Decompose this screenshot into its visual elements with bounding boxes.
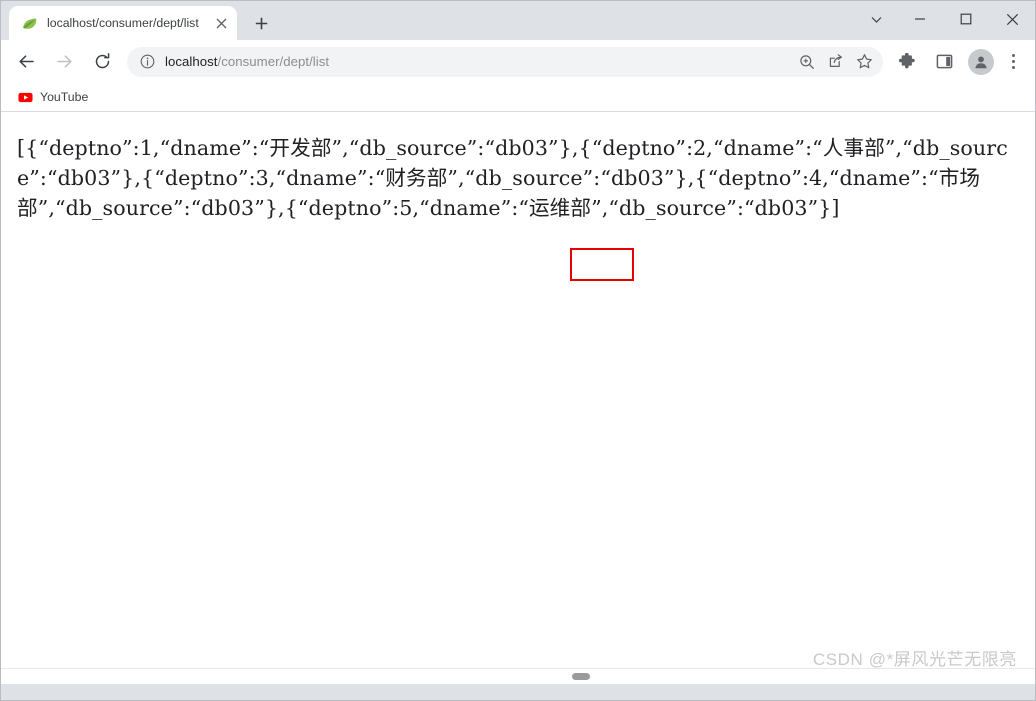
address-bar[interactable]: localhost/consumer/dept/list — [127, 46, 883, 77]
tab-search-chevron-down-icon[interactable] — [855, 2, 897, 36]
maximize-button[interactable] — [943, 2, 989, 36]
page-content: [{“deptno”:1,“dname”:“开发部”,“db_source”:“… — [1, 112, 1035, 223]
bookmark-label: YouTube — [40, 90, 89, 104]
bookmarks-bar: YouTube — [1, 83, 1035, 112]
close-window-button[interactable] — [989, 2, 1035, 36]
json-response-text: [{“deptno”:1,“dname”:“开发部”,“db_source”:“… — [17, 136, 1008, 220]
address-bar-actions — [792, 47, 879, 76]
youtube-icon — [17, 89, 33, 105]
bookmark-star-icon[interactable] — [850, 47, 879, 76]
window-controls — [855, 1, 1035, 37]
browser-window: localhost/consumer/dept/list localhost/c… — [0, 0, 1036, 701]
share-icon[interactable] — [821, 47, 850, 76]
bookmark-item-youtube[interactable]: YouTube — [13, 86, 95, 108]
side-panel-icon[interactable] — [929, 47, 959, 77]
address-bar-host: localhost — [165, 54, 218, 69]
minimize-button[interactable] — [897, 2, 943, 36]
tab-title: localhost/consumer/dept/list — [47, 16, 199, 30]
spring-leaf-icon — [21, 15, 38, 32]
info-circle-icon[interactable] — [138, 53, 156, 71]
back-button[interactable] — [11, 47, 41, 77]
address-bar-url: localhost/consumer/dept/list — [165, 54, 792, 69]
extensions-puzzle-icon[interactable] — [892, 47, 922, 77]
browser-toolbar: localhost/consumer/dept/list — [1, 40, 1035, 83]
page-viewport: [{“deptno”:1,“dname”:“开发部”,“db_source”:“… — [1, 112, 1035, 684]
annotation-rectangle — [570, 248, 634, 281]
new-tab-button[interactable] — [247, 9, 275, 37]
menu-dot — [1011, 54, 1015, 57]
menu-dot — [1011, 66, 1015, 69]
reload-button[interactable] — [87, 47, 117, 77]
zoom-icon[interactable] — [792, 47, 821, 76]
horizontal-scrollbar[interactable] — [1, 668, 1035, 684]
close-icon[interactable] — [211, 13, 231, 33]
browser-tab[interactable]: localhost/consumer/dept/list — [9, 6, 237, 40]
csdn-watermark: CSDN @*屏风光芒无限亮 — [812, 650, 1017, 669]
address-bar-path: /consumer/dept/list — [217, 54, 330, 69]
forward-button — [49, 47, 79, 77]
chrome-menu-button[interactable] — [1000, 47, 1026, 77]
tab-strip: localhost/consumer/dept/list — [1, 1, 1035, 40]
scrollbar-thumb[interactable] — [572, 673, 590, 680]
menu-dot — [1011, 60, 1015, 63]
avatar[interactable] — [968, 48, 994, 75]
